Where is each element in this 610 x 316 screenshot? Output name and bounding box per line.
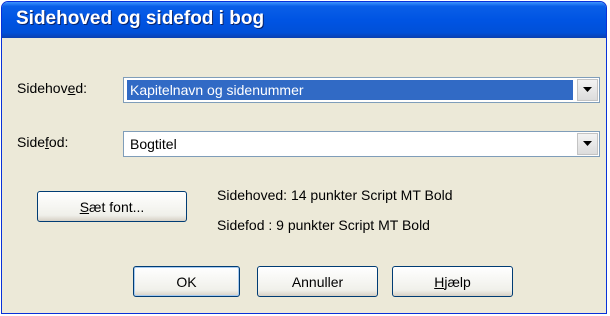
dialog-window: Sidehoved og sidefod i bog Sidehoved: Ka… [1, 1, 607, 314]
title-bar[interactable]: Sidehoved og sidefod i bog [2, 2, 606, 38]
window-title: Sidehoved og sidefod i bog [16, 8, 265, 29]
footer-font-info: Sidefod : 9 punkter Script MT Bold [217, 217, 430, 233]
set-font-label: æt font... [89, 198, 145, 215]
set-font-accesskey: S [79, 198, 90, 215]
header-label-part1: Sidehov [17, 80, 68, 96]
footer-label-part1: Side [17, 134, 46, 150]
help-button[interactable]: Hjælp [392, 266, 513, 297]
dialog-content: Sidehoved: Kapitelnavn og sidenummer Sid… [5, 38, 603, 310]
ok-button[interactable]: OK [133, 266, 240, 297]
help-label: jælp [444, 273, 471, 290]
header-label: Sidehoved: [17, 80, 87, 96]
footer-label: Sidefod: [17, 134, 68, 150]
cancel-button[interactable]: Annuller [257, 266, 378, 297]
footer-dropdown-button[interactable] [577, 133, 598, 155]
footer-label-part2: od: [48, 134, 69, 150]
chevron-down-icon [583, 141, 592, 146]
header-select-value: Kapitelnavn og sidenummer [127, 80, 573, 100]
set-font-button[interactable]: Sæt font... [37, 191, 187, 222]
header-dropdown-button[interactable] [577, 79, 598, 101]
header-select[interactable]: Kapitelnavn og sidenummer [123, 77, 600, 103]
footer-select-value: Bogtitel [130, 136, 177, 152]
help-accesskey: H [434, 273, 445, 290]
footer-select[interactable]: Bogtitel [123, 131, 600, 157]
header-label-part2: d: [75, 80, 88, 96]
chevron-down-icon [583, 87, 592, 92]
header-font-info: Sidehoved: 14 punkter Script MT Bold [217, 187, 453, 203]
